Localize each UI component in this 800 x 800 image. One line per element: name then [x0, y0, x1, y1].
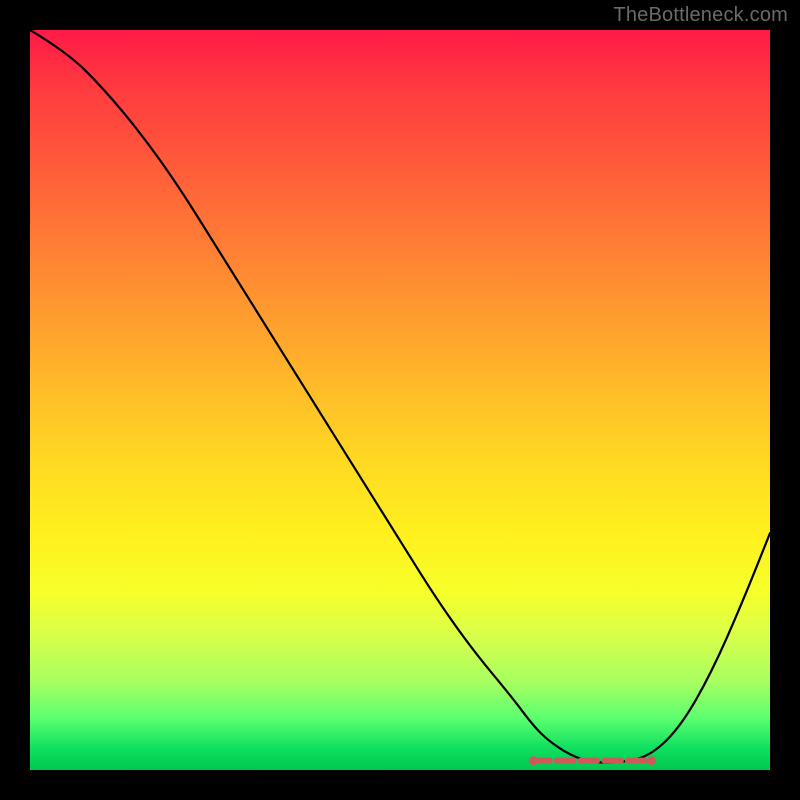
- chart-frame: TheBottleneck.com: [0, 0, 800, 800]
- bottleneck-curve: [30, 30, 770, 763]
- watermark-text: TheBottleneck.com: [613, 4, 788, 27]
- optimal-range-marker: [529, 756, 656, 765]
- curve-svg: [30, 30, 770, 770]
- plot-area: [30, 30, 770, 770]
